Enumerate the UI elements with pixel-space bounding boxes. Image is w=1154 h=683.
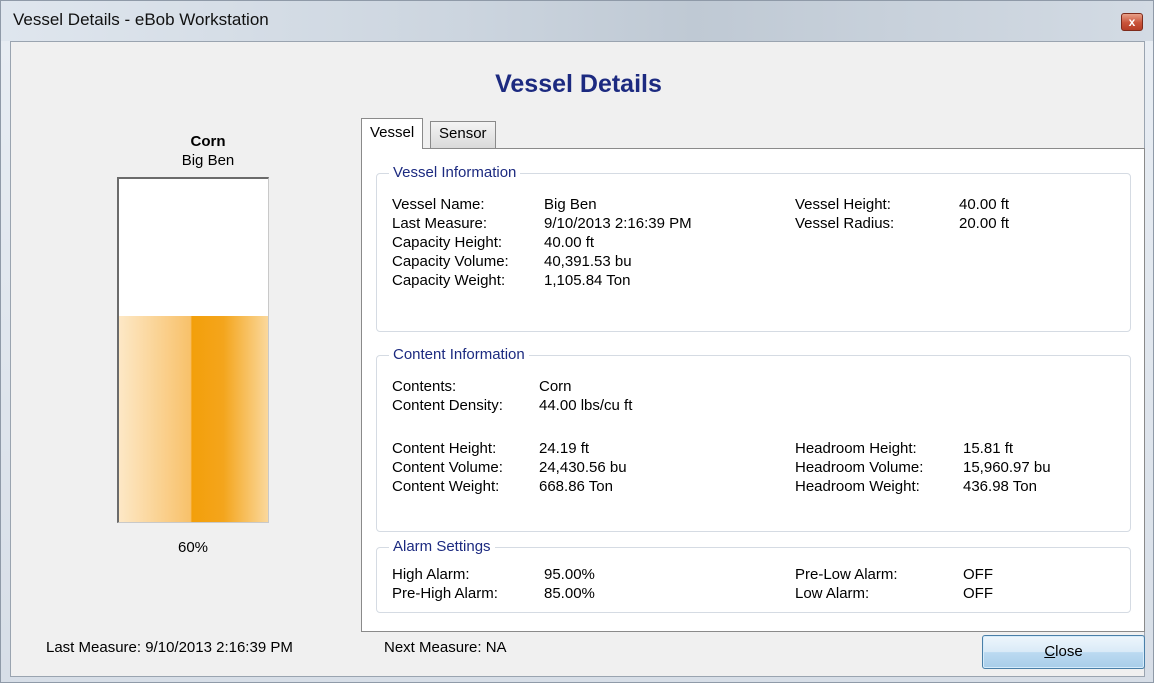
close-button[interactable]: Close [982,635,1145,669]
field-value: 44.00 lbs/cu ft [539,397,633,414]
vessel-name: Big Ben [181,152,235,169]
field-label: Capacity Weight: [392,272,506,289]
field-label: Content Height: [392,440,497,457]
alarm-settings-group: Alarm Settings High Alarm: 95.00% Pre-Hi… [376,538,1131,613]
vessel-content-name: Corn [190,133,226,150]
field-value: 40.00 ft [959,196,1010,213]
group-title: Alarm Settings [389,538,495,555]
fill-level-percent: 60% [177,539,209,556]
field-value: 85.00% [544,585,595,602]
last-measure-status: Last Measure: 9/10/2013 2:16:39 PM [46,639,293,656]
field-label: Content Weight: [392,478,500,495]
fill-level-gauge [117,177,269,523]
field-value: 15.81 ft [963,440,1014,457]
field-value: 40,391.53 bu [544,253,632,270]
field-label: Content Density: [392,397,503,414]
field-value: 24,430.56 bu [539,459,627,476]
fill-level-bar [119,316,268,522]
window-title: Vessel Details - eBob Workstation [13,10,269,29]
field-label: Capacity Height: [392,234,503,251]
field-value: 9/10/2013 2:16:39 PM [544,215,692,232]
field-label: Content Volume: [392,459,503,476]
vessel-tab-panel: Vessel Information Vessel Name: Big Ben … [361,148,1145,632]
field-label: Vessel Height: [795,196,891,213]
field-label: Vessel Radius: [795,215,895,232]
field-value: 95.00% [544,566,595,583]
field-label: Headroom Weight: [795,478,920,495]
field-label: Pre-High Alarm: [392,585,498,602]
group-title: Content Information [389,346,529,363]
field-label: Low Alarm: [795,585,870,602]
dialog-window: Vessel Details - eBob Workstation x Vess… [0,0,1154,683]
field-value: OFF [963,585,993,602]
tab-vessel[interactable]: Vessel [361,118,424,149]
field-value: 15,960.97 bu [963,459,1051,476]
field-label: Capacity Volume: [392,253,509,270]
field-label: Vessel Name: [392,196,485,213]
field-label: Last Measure: [392,215,488,232]
field-value: Corn [539,378,572,395]
field-value: 668.86 Ton [539,478,613,495]
group-title: Vessel Information [389,164,521,181]
field-label: Pre-Low Alarm: [795,566,898,583]
content-information-group: Content Information Contents: Corn Conte… [376,346,1131,532]
field-value: 436.98 Ton [963,478,1037,495]
field-label: Headroom Volume: [795,459,924,476]
field-value: 1,105.84 Ton [544,272,631,289]
field-value: 20.00 ft [959,215,1010,232]
field-value: Big Ben [544,196,597,213]
field-value: 24.19 ft [539,440,590,457]
dialog-client: Vessel Details Corn Big Ben 60% Vessel S… [10,41,1145,677]
page-title: Vessel Details [495,70,662,98]
vessel-information-group: Vessel Information Vessel Name: Big Ben … [376,164,1131,332]
field-value: OFF [963,566,993,583]
next-measure-status: Next Measure: NA [384,639,507,656]
field-label: Headroom Height: [795,440,917,457]
window-close-icon[interactable]: x [1121,13,1143,31]
tab-sensor[interactable]: Sensor [430,121,496,148]
title-bar[interactable]: Vessel Details - eBob Workstation x [1,1,1153,41]
field-value: 40.00 ft [544,234,595,251]
field-label: Contents: [392,378,457,395]
field-label: High Alarm: [392,566,470,583]
